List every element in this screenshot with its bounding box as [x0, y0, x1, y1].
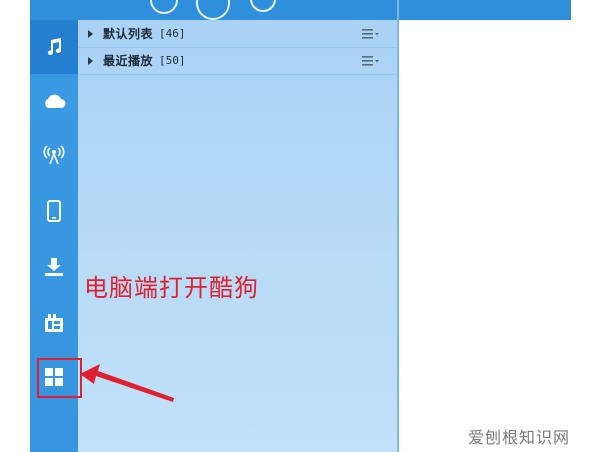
next-button[interactable] — [250, 0, 276, 12]
playlist-row-default[interactable]: 默认列表 [46] — [78, 20, 398, 48]
media-library-icon — [45, 314, 63, 332]
panel-border — [397, 0, 399, 452]
list-menu-icon[interactable] — [362, 29, 380, 39]
phone-icon — [47, 200, 61, 222]
sidebar-item-download[interactable] — [30, 240, 78, 294]
sidebar-item-cloud[interactable] — [30, 74, 78, 128]
annotation-text: 电脑端打开酷狗 — [84, 274, 259, 302]
expand-arrow-icon[interactable] — [88, 29, 93, 38]
title-bar — [30, 0, 571, 20]
music-note-icon — [47, 38, 62, 55]
highlight-box — [37, 358, 82, 398]
previous-button[interactable] — [150, 0, 178, 14]
cloud-icon — [45, 94, 66, 108]
watermark: 爱刨根知识网 — [468, 428, 571, 447]
sidebar-item-radio[interactable] — [30, 128, 78, 182]
list-menu-icon[interactable] — [362, 56, 380, 66]
download-icon — [45, 258, 63, 276]
playlist-name: 默认列表 — [103, 27, 154, 41]
playlist-count: [46] — [159, 27, 186, 40]
radio-icon — [43, 145, 65, 165]
sidebar-item-music[interactable] — [30, 20, 78, 74]
sidebar-item-phone[interactable] — [30, 184, 78, 238]
sidebar-item-media-library[interactable] — [30, 296, 78, 350]
play-button[interactable] — [196, 0, 230, 20]
playlist-name: 最近播放 — [103, 54, 154, 68]
playlist-row-recent[interactable]: 最近播放 [50] — [78, 47, 398, 75]
expand-arrow-icon[interactable] — [88, 56, 93, 65]
annotation-arrow-icon — [80, 364, 174, 402]
playlist-count: [50] — [159, 54, 186, 67]
